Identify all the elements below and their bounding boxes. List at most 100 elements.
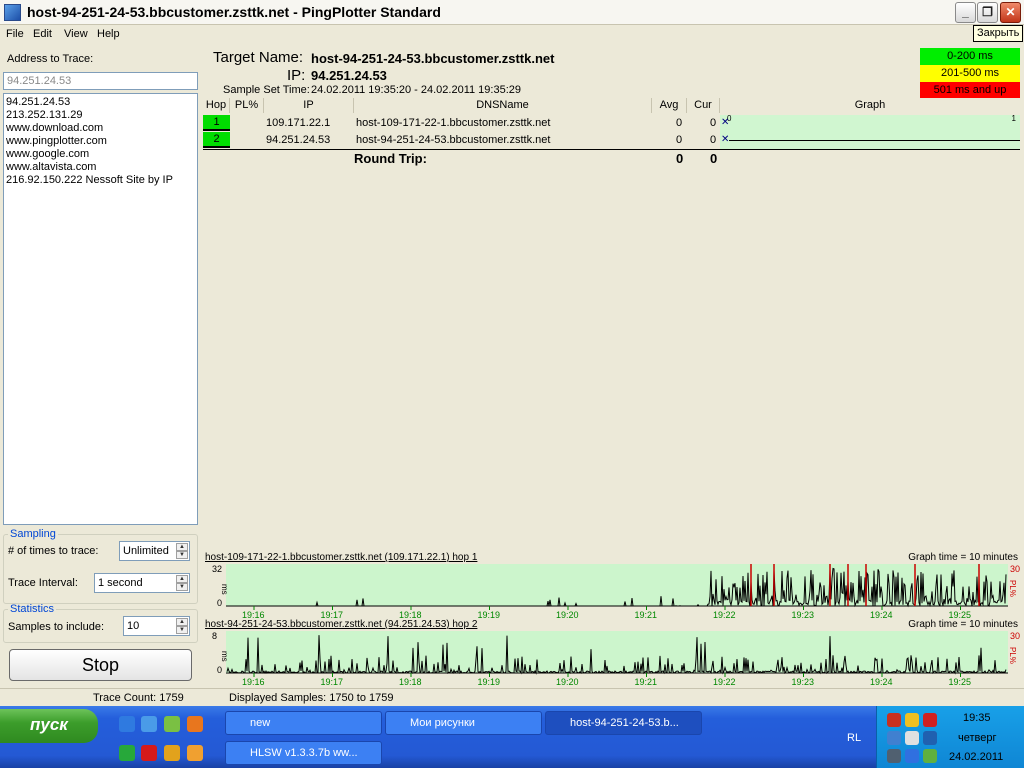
spin-down-icon[interactable]: ▼ [176, 626, 188, 634]
firefox-icon[interactable] [187, 716, 203, 732]
sampling-legend: Sampling [10, 528, 56, 540]
legend-yellow: 201-500 ms [920, 65, 1020, 82]
spin-down-icon[interactable]: ▼ [176, 583, 188, 591]
tray-nvidia-icon[interactable] [923, 749, 937, 763]
clock-date: 24.02.2011 [949, 751, 1004, 763]
statistics-legend: Statistics [10, 603, 55, 615]
hop-dns: host-109-171-22-1.bbcustomer.zsttk.net [356, 117, 551, 129]
system-tray: 19:35 четверг 24.02.2011 [876, 706, 1024, 768]
minimize-button[interactable]: _ [955, 2, 976, 23]
menu-file[interactable]: File [6, 28, 24, 40]
trace-interval-combo[interactable]: 1 second ▲ ▼ [94, 573, 190, 593]
pl-max-label: 30 [1010, 564, 1020, 574]
history-item[interactable]: 216.92.150.222 Nessoft Site by IP [6, 174, 195, 187]
sample-set-time-value: 24.02.2011 19:35:20 - 24.02.2011 19:35:2… [311, 84, 521, 96]
history-item[interactable]: www.pingplotter.com [6, 135, 195, 148]
hop-graph-cell: 0 1 ✕ [720, 114, 1020, 132]
times-to-trace-spinner[interactable]: Unlimited ▲ ▼ [119, 541, 190, 561]
tray-app-icon[interactable] [887, 713, 901, 727]
trace-count: Trace Count: 1759 [93, 692, 184, 704]
round-trip-cur: 0 [710, 151, 718, 166]
times-to-trace-value: Unlimited [123, 545, 169, 557]
trace-interval-label: Trace Interval: [8, 577, 78, 589]
y-unit-label: ms [220, 651, 229, 662]
history-item[interactable]: 213.252.131.29 [6, 109, 195, 122]
opera-icon[interactable] [141, 745, 157, 761]
tray-steam-icon[interactable] [887, 749, 901, 763]
time-graph-hop1[interactable]: host-109-171-22-1.bbcustomer.zsttk.net (… [203, 552, 1020, 624]
tray-network-icon[interactable] [887, 731, 901, 745]
displayed-samples: Displayed Samples: 1750 to 1759 [229, 692, 394, 704]
stop-button[interactable]: Stop [9, 649, 192, 681]
taskbar-button-pictures[interactable]: Мои рисунки [385, 711, 542, 735]
y-min-label: 0 [217, 598, 222, 608]
col-dnsname[interactable]: DNSName [354, 98, 652, 113]
x-tick-label: 19:22 [713, 677, 736, 687]
target-name-value: host-94-251-24-53.bbcustomer.zsttk.net [311, 51, 555, 66]
menu-edit[interactable]: Edit [33, 28, 52, 40]
time-graph-title: host-94-251-24-53.bbcustomer.zsttk.net (… [205, 619, 478, 630]
col-pl[interactable]: PL% [230, 98, 264, 113]
spin-up-icon[interactable]: ▲ [176, 543, 188, 551]
col-graph[interactable]: Graph [720, 98, 1020, 113]
history-item[interactable]: www.altavista.com [6, 161, 195, 174]
menu-view[interactable]: View [64, 28, 88, 40]
history-item[interactable]: 94.251.24.53 [6, 96, 195, 109]
pl-unit-label: PL% [1008, 647, 1017, 664]
utorrent-icon[interactable] [119, 745, 135, 761]
table-row[interactable]: 1 109.171.22.1 host-109-171-22-1.bbcusto… [203, 114, 1020, 132]
close-button[interactable]: ✕ [1000, 2, 1021, 23]
spin-up-icon[interactable]: ▲ [176, 618, 188, 626]
samples-to-include-value: 10 [127, 620, 140, 632]
ie-icon[interactable] [119, 716, 135, 732]
x-tick-label: 19:20 [556, 677, 579, 687]
table-row[interactable]: 2 94.251.24.53 host-94-251-24-53.bbcusto… [203, 132, 1020, 149]
maximize-button[interactable]: ❐ [977, 2, 998, 23]
start-button[interactable]: пуск [0, 709, 98, 743]
address-input[interactable] [3, 72, 198, 90]
taskbar-button-pingplotter[interactable]: host-94-251-24-53.b... [545, 711, 702, 735]
history-item[interactable]: www.download.com [6, 122, 195, 135]
mail-icon[interactable] [187, 745, 203, 761]
tray-antivirus-icon[interactable] [923, 713, 937, 727]
latency-color-legend: 0-200 ms 201-500 ms 501 ms and up [920, 48, 1020, 99]
tray-tool-icon[interactable] [905, 731, 919, 745]
samples-to-include-spinner[interactable]: 10 ▲ ▼ [123, 616, 190, 636]
language-indicator[interactable]: RL [847, 732, 861, 744]
menu-bar: File Edit View Help [0, 26, 1024, 44]
taskbar-button-new[interactable]: new [225, 711, 382, 735]
col-hop[interactable]: Hop [203, 98, 230, 113]
trace-line [729, 140, 1020, 141]
sample-x-icon: ✕ [721, 117, 730, 128]
col-ip[interactable]: IP [264, 98, 354, 113]
menu-help[interactable]: Help [97, 28, 120, 40]
x-tick-label: 19:25 [949, 677, 972, 687]
taskbar-button-hlsw[interactable]: HLSW v1.3.3.7b ww... [225, 741, 382, 765]
target-ip-value: 94.251.24.53 [311, 68, 387, 83]
x-tick-label: 19:18 [399, 677, 422, 687]
tray-monitor-icon[interactable] [923, 731, 937, 745]
app-icon[interactable] [164, 716, 180, 732]
tray-power-icon[interactable] [905, 749, 919, 763]
address-history-list[interactable]: 94.251.24.53 213.252.131.29 www.download… [3, 93, 198, 525]
spin-up-icon[interactable]: ▲ [176, 575, 188, 583]
hop-dns: host-94-251-24-53.bbcustomer.zsttk.net [356, 134, 551, 146]
col-cur[interactable]: Cur [687, 98, 720, 113]
hop-graph-cell: ✕ [720, 132, 1020, 149]
col-avg[interactable]: Avg [652, 98, 687, 113]
hop-avg: 0 [676, 117, 683, 129]
pingplotter-app-icon [4, 4, 21, 21]
graph-time-label: Graph time = 10 minutes [908, 619, 1018, 630]
history-item[interactable]: www.google.com [6, 148, 195, 161]
clock-time[interactable]: 19:35 [963, 712, 991, 724]
time-graph-hop2[interactable]: host-94-251-24-53.bbcustomer.zsttk.net (… [203, 619, 1020, 691]
hop-number: 2 [203, 132, 230, 148]
hop-number: 1 [203, 115, 230, 131]
y-max-label: 32 [212, 564, 222, 574]
time-graph-plot: 320ms30PL%19:16 19:17 19:18 19:19 19:20 19:21… [212, 564, 1020, 620]
chrome-icon[interactable] [164, 745, 180, 761]
outlook-icon[interactable] [141, 716, 157, 732]
address-label: Address to Trace: [7, 53, 94, 65]
tray-messenger-icon[interactable] [905, 713, 919, 727]
spin-down-icon[interactable]: ▼ [176, 551, 188, 559]
